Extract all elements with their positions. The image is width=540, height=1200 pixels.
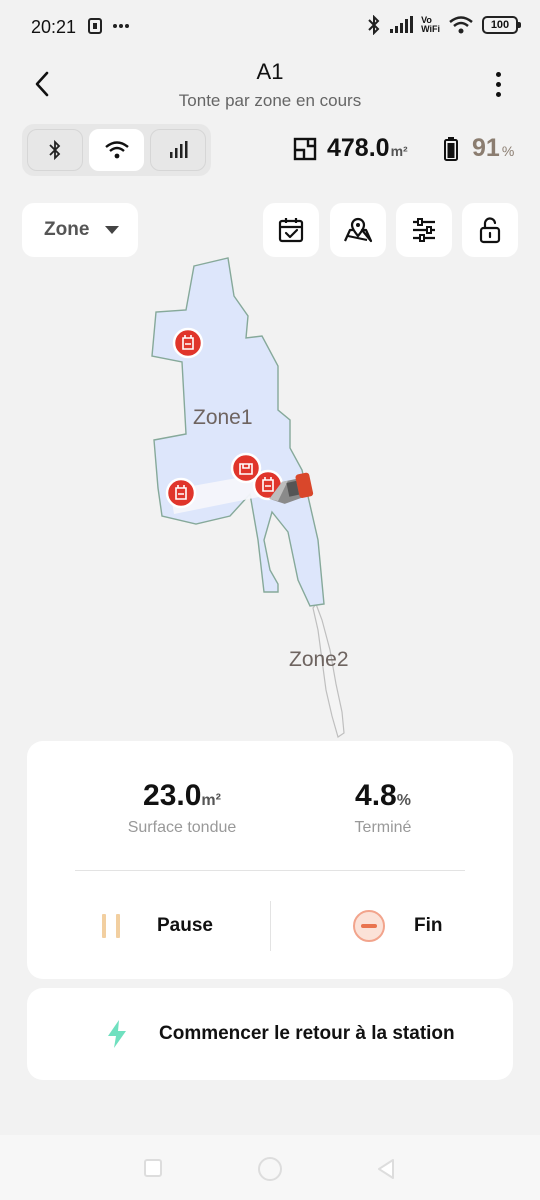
back-triangle-icon[interactable] [376, 1158, 396, 1180]
zone-dropdown-label: Zone [44, 219, 90, 240]
status-time: 20:21 [31, 17, 77, 37]
status-right-icons: Vo WiFi 100 [367, 15, 521, 35]
pause-button[interactable]: Pause [99, 901, 213, 951]
stop-icon [353, 910, 385, 942]
divider [270, 901, 271, 951]
unlock-icon [479, 217, 501, 244]
vowifi-indicator: Vo WiFi [421, 15, 440, 34]
mowed-area-value: 23.0 [143, 779, 202, 812]
dot [495, 81, 501, 87]
progress-card: 23.0m² Surface tondue 4.8% Terminé Pause… [27, 741, 513, 979]
return-label: Commencer le retour à la station [159, 1023, 455, 1044]
pause-icon [102, 914, 120, 938]
area-unit: m² [390, 143, 408, 159]
completion-unit: % [396, 792, 411, 809]
caret-down-icon [105, 226, 120, 234]
zone-marker [165, 477, 197, 509]
completion-label: Terminé [354, 819, 412, 836]
dot [495, 71, 501, 77]
completion-value: 4.8 [355, 779, 397, 812]
completion-stat: 4.8% Terminé [273, 779, 493, 837]
area-value: 478.0 [327, 134, 390, 162]
cellular-icon [170, 141, 188, 158]
battery-status: 100 [482, 16, 521, 34]
battery-unit: % [501, 143, 515, 159]
map-edit-button[interactable] [330, 203, 386, 257]
page-subtitle: Tonte par zone en cours [178, 91, 362, 110]
lock-button[interactable] [462, 203, 518, 257]
return-to-station-button[interactable]: Commencer le retour à la station [27, 988, 513, 1080]
lightning-icon [108, 1020, 126, 1048]
battery-icon [444, 136, 458, 161]
sliders-icon [413, 218, 435, 242]
mower-battery: 91% [444, 134, 514, 163]
lawn-map[interactable]: Zone1 Zone2 [0, 250, 540, 740]
total-area: 478.0m² [293, 134, 408, 163]
status-bar: 20:21 Vo WiFi 100 [0, 0, 540, 56]
mowed-area-label: Surface tondue [127, 819, 237, 836]
more-options-button[interactable] [486, 68, 510, 100]
signal-icon [390, 16, 414, 33]
zone1-label: Zone1 [193, 406, 253, 429]
more-notifications-icon [113, 24, 129, 28]
mowed-area-unit: m² [201, 792, 221, 809]
cellular-toggle[interactable] [150, 129, 207, 171]
wifi-toggle[interactable] [88, 129, 145, 171]
bluetooth-icon [49, 139, 61, 161]
end-label: Fin [414, 915, 443, 936]
end-button[interactable]: Fin [352, 901, 443, 951]
zone2-label: Zone2 [289, 648, 349, 671]
zone-dropdown[interactable]: Zone [22, 203, 138, 257]
battery-value: 91 [472, 134, 500, 162]
bluetooth-status-icon [368, 15, 380, 35]
zone-marker [172, 327, 204, 359]
calendar-check-icon [278, 218, 304, 243]
notification-app-icon [88, 18, 102, 34]
map-canvas [151, 257, 345, 738]
page-title: A1 [256, 59, 284, 84]
divider [75, 870, 465, 871]
zone1-area [151, 257, 325, 607]
system-nav-bar [0, 1135, 540, 1200]
bluetooth-toggle[interactable] [27, 129, 83, 171]
connectivity-switch [22, 124, 211, 176]
settings-button[interactable] [396, 203, 452, 257]
wifi-status-icon [449, 16, 473, 34]
wifi-icon [104, 141, 129, 159]
recents-button[interactable] [144, 1159, 162, 1177]
mowed-area-stat: 23.0m² Surface tondue [72, 779, 292, 837]
floor-plan-icon [293, 137, 317, 160]
dot [495, 91, 501, 97]
status-left-icons [88, 18, 130, 34]
map-pin-icon [343, 217, 373, 243]
home-button[interactable] [258, 1157, 282, 1181]
header: A1 Tonte par zone en cours [0, 56, 540, 116]
pause-label: Pause [157, 915, 213, 936]
schedule-button[interactable] [263, 203, 319, 257]
